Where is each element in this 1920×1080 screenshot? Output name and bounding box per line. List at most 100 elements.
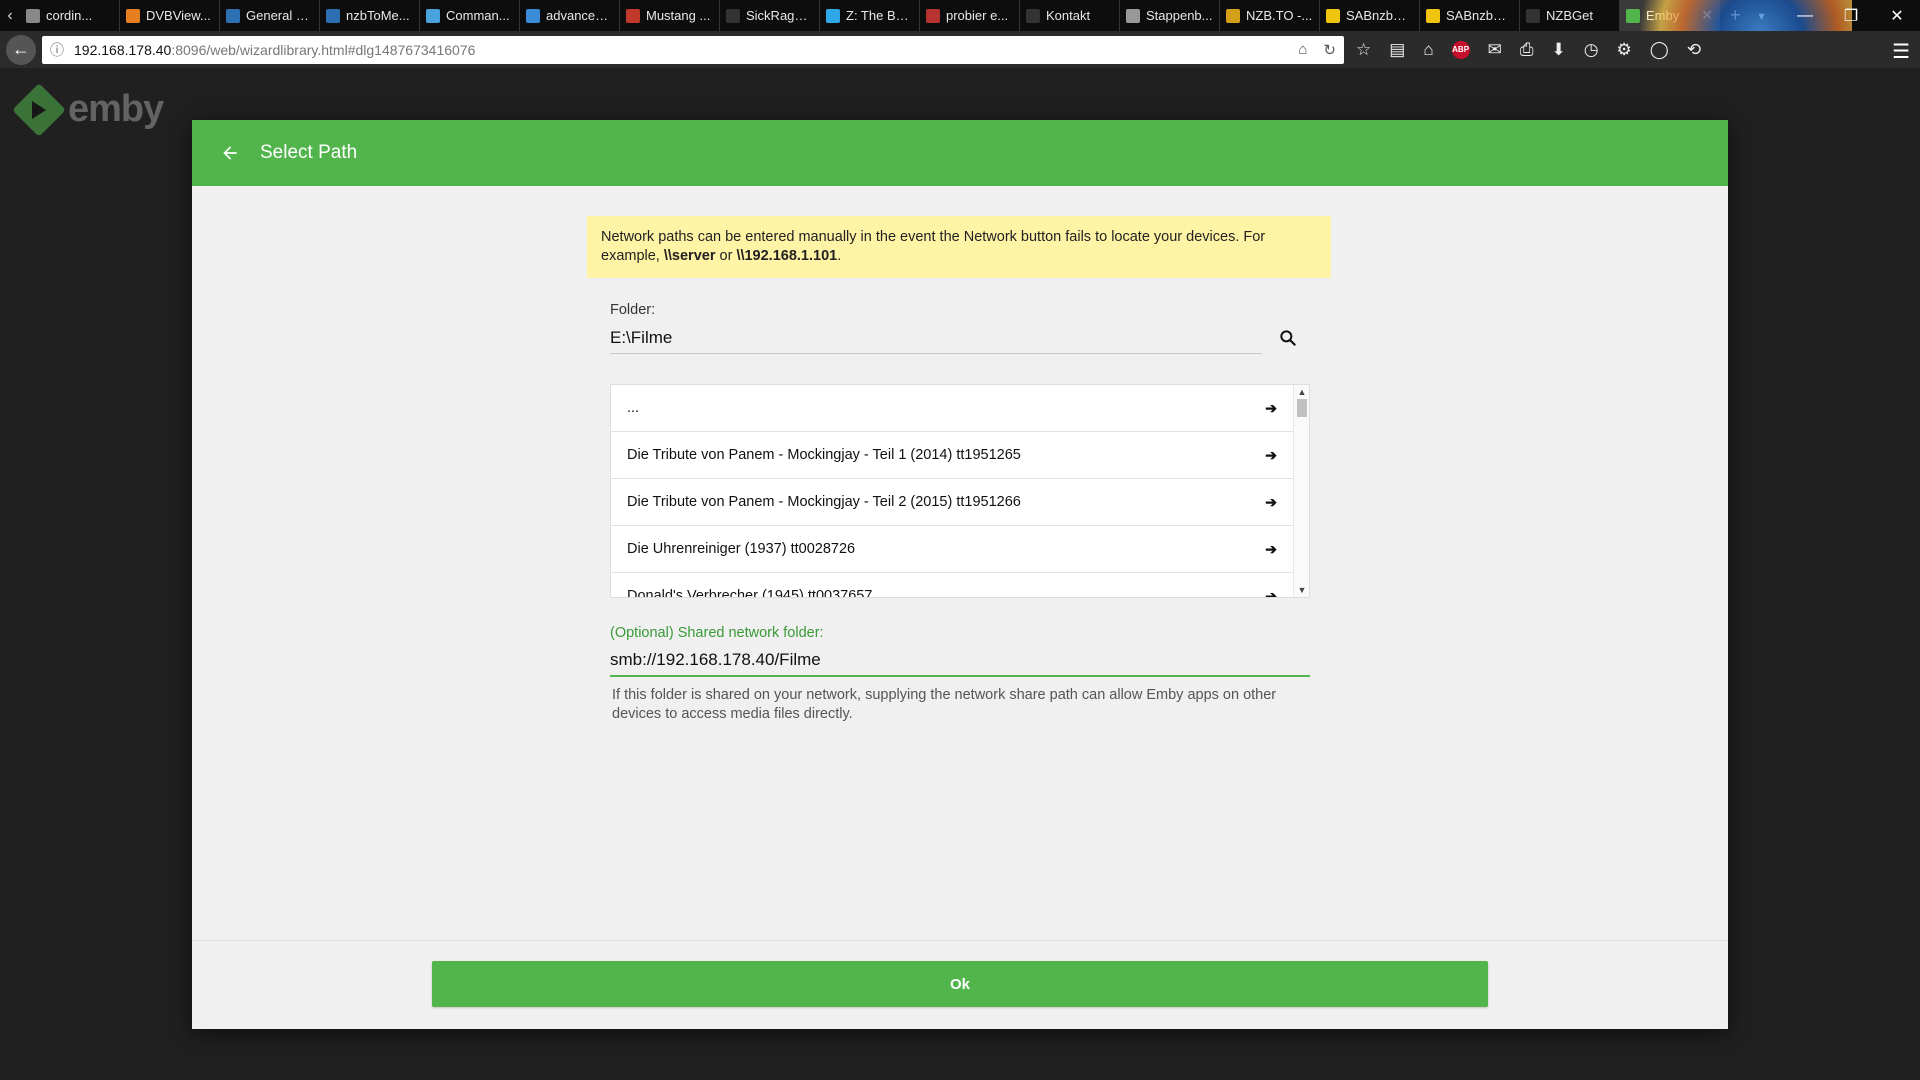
emby-logo: emby — [12, 82, 164, 137]
tab-label: SABnzbd ... — [1346, 8, 1413, 23]
menu-icon[interactable]: ☰ — [1892, 39, 1910, 64]
browser-tab[interactable]: Emby ✕ — [1620, 0, 1720, 31]
tab-favicon-icon — [1426, 8, 1440, 23]
browser-tab[interactable]: nzbToMe... — [320, 0, 420, 31]
scroll-up-icon[interactable]: ▲ — [1294, 385, 1309, 399]
browser-tab-bar: ‹ cordin... DVBView... General S... nzbToMe… — [0, 0, 1920, 31]
arrow-right-icon: ➔ — [1265, 446, 1277, 463]
browser-tab[interactable]: NZB.TO -... — [1220, 0, 1320, 31]
directory-list-item[interactable]: Donald's Verbrecher (1945) tt0037657 ➔ — [611, 573, 1309, 598]
browser-tab[interactable]: SickRage - BR... — [720, 0, 820, 31]
browser-tab[interactable]: Mustang ... — [620, 0, 720, 31]
browser-tab[interactable]: cordin... — [20, 0, 120, 31]
tab-favicon-icon — [226, 8, 240, 23]
directory-name: Die Uhrenreiniger (1937) tt0028726 — [627, 541, 856, 557]
dialog-footer: Ok — [192, 940, 1728, 1029]
browser-tab[interactable]: Kontakt — [1020, 0, 1120, 31]
folder-search-button[interactable] — [1272, 322, 1304, 354]
bookmark-star-icon[interactable]: ☆ — [1356, 40, 1371, 60]
tab-favicon-icon — [726, 8, 740, 23]
ok-button[interactable]: Ok — [432, 961, 1488, 1007]
mail-icon[interactable]: ✉ — [1488, 40, 1502, 60]
history-icon[interactable]: ◷ — [1584, 40, 1599, 60]
tab-favicon-icon — [926, 8, 940, 23]
shared-folder-input[interactable] — [610, 645, 1310, 677]
emby-page: emby Select Path Network paths can be en… — [0, 68, 1920, 1080]
dialog-title: Select Path — [260, 142, 358, 163]
shared-folder-label: (Optional) Shared network folder: — [610, 625, 824, 641]
arrow-right-icon: ➔ — [1265, 540, 1277, 557]
browser-tab[interactable]: Comman... — [420, 0, 520, 31]
tab-label: Z: The Be... — [846, 8, 913, 23]
tab-favicon-icon — [526, 8, 540, 23]
close-tab-icon[interactable]: ✕ — [1701, 7, 1713, 24]
tab-label: advanced... — [546, 8, 613, 23]
minimize-icon[interactable]: — — [1782, 7, 1828, 25]
tab-favicon-icon — [1126, 8, 1140, 23]
directory-name: Die Tribute von Panem - Mockingjay - Tei… — [627, 494, 1021, 510]
print-icon[interactable]: ⎙ — [1520, 40, 1534, 60]
directory-list-item[interactable]: Die Tribute von Panem - Mockingjay - Tei… — [611, 432, 1309, 479]
arrow-left-icon — [223, 146, 237, 160]
tab-list-dropdown-icon[interactable]: ▾ — [1759, 9, 1765, 23]
reload-icon[interactable]: ↻ — [1323, 41, 1336, 59]
restore-icon[interactable]: ❐ — [1828, 6, 1874, 26]
tab-favicon-icon — [1526, 8, 1540, 23]
tab-scroll-left-icon[interactable]: ‹ — [0, 0, 20, 31]
dialog-back-button[interactable] — [212, 135, 248, 171]
tab-label: Comman... — [446, 8, 510, 23]
scroll-down-icon[interactable]: ▼ — [1294, 583, 1309, 597]
extension-icon[interactable]: ⚙ — [1617, 40, 1632, 60]
tab-label: Mustang ... — [646, 8, 711, 23]
browser-tab[interactable]: advanced... — [520, 0, 620, 31]
browser-back-icon[interactable]: ← — [6, 34, 36, 65]
tab-favicon-icon — [626, 8, 640, 23]
tab-label: DVBView... — [146, 8, 211, 23]
browser-tab[interactable]: General S... — [220, 0, 320, 31]
tab-label: nzbToMe... — [346, 8, 410, 23]
directory-list-item[interactable]: ... ➔ — [611, 385, 1309, 432]
directory-name: Donald's Verbrecher (1945) tt0037657 — [627, 588, 873, 598]
browser-tab[interactable]: probier e... — [920, 0, 1020, 31]
download-icon[interactable]: ⬇ — [1551, 40, 1565, 60]
browser-tab[interactable]: SABnzbd ... — [1420, 0, 1520, 31]
directory-name: Die Tribute von Panem - Mockingjay - Tei… — [627, 447, 1021, 463]
sync-icon[interactable]: ⟲ — [1687, 40, 1701, 60]
tab-label: SickRage - BR... — [746, 8, 813, 23]
folder-input[interactable] — [610, 322, 1262, 354]
browser-tab[interactable]: DVBView... — [120, 0, 220, 31]
browser-tab[interactable]: Stappenb... — [1120, 0, 1220, 31]
site-info-icon[interactable]: ⓘ — [50, 40, 64, 60]
tab-label: cordin... — [46, 8, 93, 23]
tab-favicon-icon — [326, 8, 340, 23]
tab-label: Emby — [1646, 8, 1680, 23]
address-bar[interactable]: ⓘ 192.168.178.40:8096/web/wizardlibrary.… — [42, 35, 1344, 64]
adblock-icon[interactable]: ABP — [1451, 40, 1470, 59]
tab-label: probier e... — [946, 8, 1009, 23]
url-path: :8096/web/wizardlibrary.html#dlg14876734… — [171, 41, 476, 58]
browser-toolbar: ☆ ▤ ⌂ ABP ✉ ⎙ ⬇ ◷ ⚙ ◯ ⟲ — [1356, 40, 1701, 60]
tab-favicon-icon — [126, 8, 140, 23]
browser-tab[interactable]: Z: The Be... — [820, 0, 920, 31]
browser-tab[interactable]: NZBGet — [1520, 0, 1620, 31]
reader-view-icon[interactable]: ⌂ — [1298, 41, 1307, 59]
close-window-icon[interactable]: ✕ — [1874, 6, 1920, 26]
chat-icon[interactable]: ◯ — [1650, 40, 1669, 60]
tab-label: Kontakt — [1046, 8, 1091, 23]
folder-label: Folder: — [610, 302, 656, 318]
notice-example-ip: \\192.168.1.101 — [736, 248, 838, 264]
arrow-right-icon: ➔ — [1265, 493, 1277, 510]
list-scrollbar[interactable]: ▲ ▼ — [1293, 385, 1309, 597]
tab-favicon-icon — [1326, 8, 1340, 23]
browser-tab[interactable]: SABnzbd ... — [1320, 0, 1420, 31]
directory-list-item[interactable]: Die Uhrenreiniger (1937) tt0028726 ➔ — [611, 526, 1309, 573]
tab-label: NZBGet — [1546, 8, 1593, 23]
home-icon[interactable]: ⌂ — [1423, 40, 1433, 60]
tab-label: Stappenb... — [1146, 8, 1213, 23]
notice-or: or — [715, 248, 737, 264]
window-controls: — ❐ ✕ — [1782, 0, 1920, 31]
reading-list-icon[interactable]: ▤ — [1389, 40, 1405, 60]
scroll-thumb[interactable] — [1297, 399, 1307, 417]
new-tab-icon[interactable]: + — [1730, 5, 1741, 26]
directory-list-item[interactable]: Die Tribute von Panem - Mockingjay - Tei… — [611, 479, 1309, 526]
